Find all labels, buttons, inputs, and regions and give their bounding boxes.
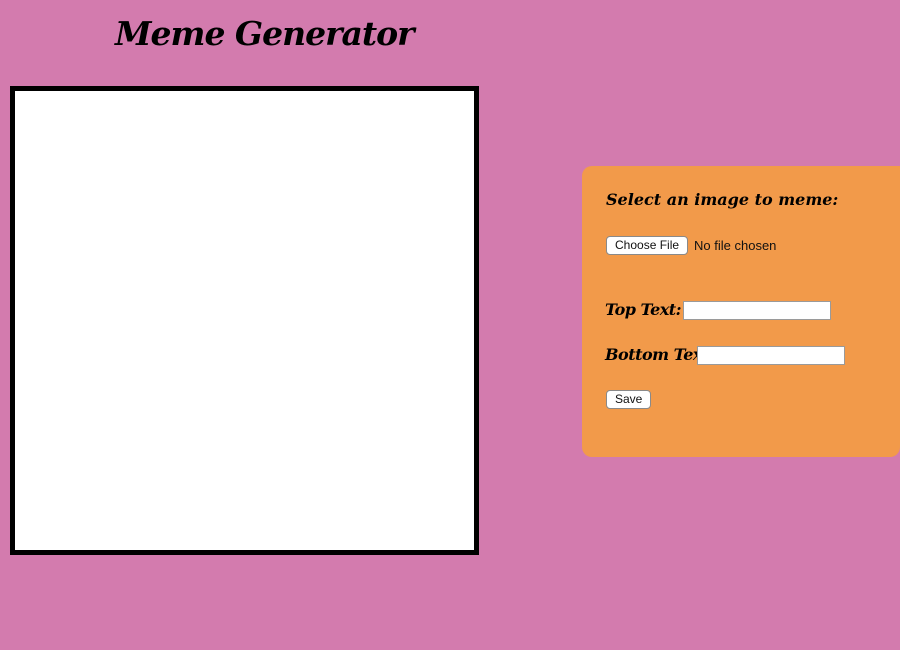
top-text-label: Top Text: [605,300,682,319]
top-text-input[interactable] [683,301,831,320]
choose-file-button[interactable]: Choose File [606,236,689,255]
bottom-text-input[interactable] [697,346,845,365]
file-picker: Choose File No file chosen [606,236,776,255]
save-button[interactable]: Save [606,390,652,409]
select-image-heading: Select an image to meme: [606,190,839,209]
file-status-text: No file chosen [694,238,777,253]
page-title: Meme Generator [115,14,415,53]
meme-canvas [10,86,479,555]
meme-form-panel: Select an image to meme: Choose File No … [582,166,900,457]
